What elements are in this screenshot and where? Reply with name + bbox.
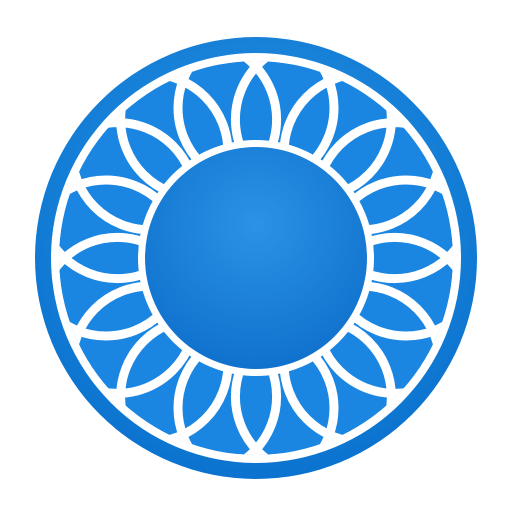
rosette-logo-icon[interactable] xyxy=(0,0,512,512)
center-disk xyxy=(145,147,367,369)
app-icon-canvas xyxy=(0,0,512,512)
